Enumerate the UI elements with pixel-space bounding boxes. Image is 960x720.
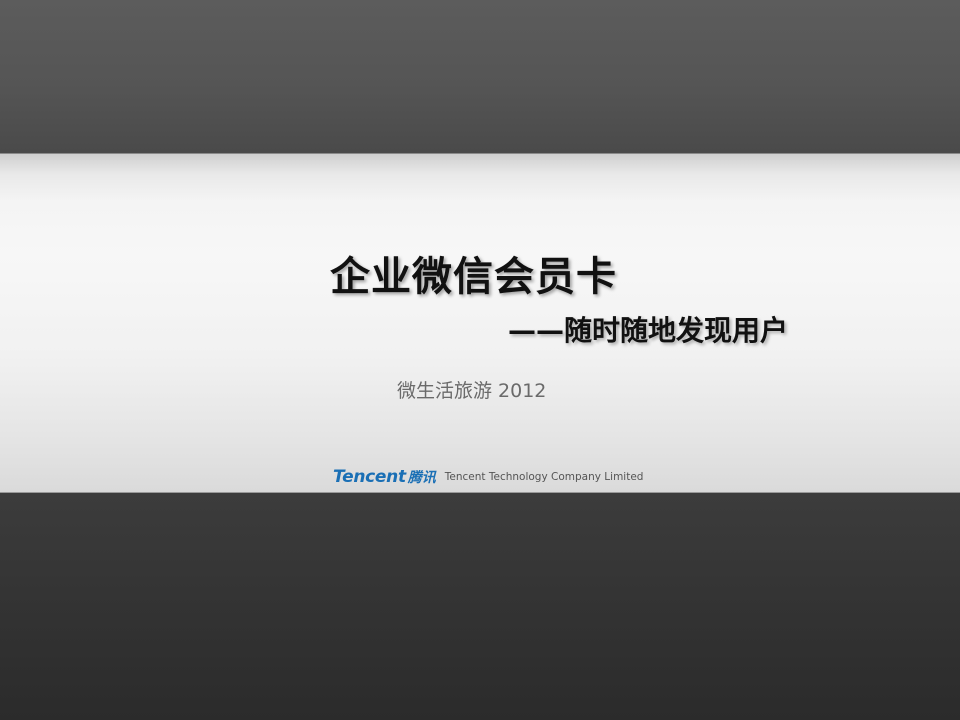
center-light-band	[0, 153, 960, 493]
bottom-dark-band	[0, 493, 960, 720]
tencent-logo: Tencent 腾讯 Tencent Technology Company Li…	[333, 464, 643, 490]
slide-subtitle: ——随时随地发现用户	[508, 314, 789, 347]
slide-meta: 微生活旅游 2012	[397, 380, 547, 402]
tencent-logo-chinese: 腾讯	[407, 470, 436, 486]
tencent-logo-wordmark: Tencent	[333, 467, 406, 487]
company-name: Tencent Technology Company Limited	[444, 471, 644, 483]
top-dark-band	[0, 0, 960, 153]
slide-title: 企业微信会员卡	[330, 254, 617, 300]
